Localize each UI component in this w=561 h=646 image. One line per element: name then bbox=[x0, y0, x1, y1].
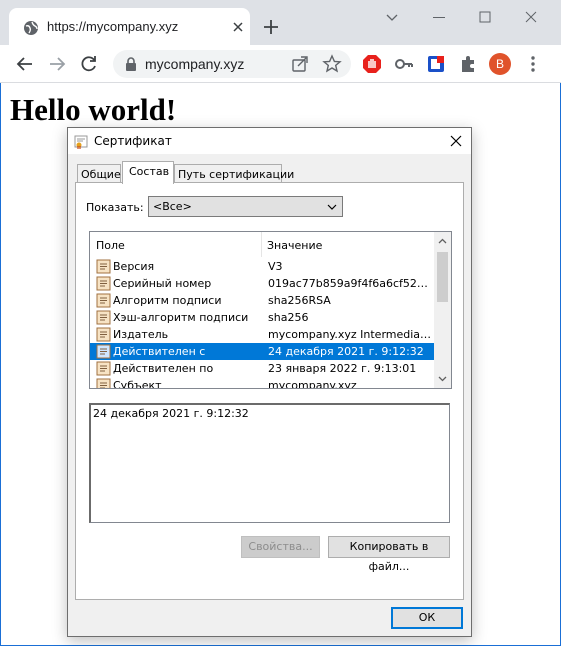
lock-icon[interactable] bbox=[125, 57, 137, 71]
tab-general[interactable]: Общие bbox=[77, 164, 121, 183]
dialog-title: Сертификат bbox=[94, 134, 172, 148]
list-header: Поле Значение bbox=[90, 232, 434, 257]
maximize-icon[interactable] bbox=[477, 9, 493, 25]
profile-initial: B bbox=[495, 57, 504, 71]
chevron-down-icon bbox=[327, 204, 337, 210]
tab-strip: https://mycompany.xyz bbox=[0, 0, 561, 45]
field-value: 24 декабря 2021 г. 9:12:32 bbox=[268, 345, 424, 358]
field-value: mycompany.xyz bbox=[268, 379, 357, 389]
field-name: Действителен по bbox=[113, 362, 214, 375]
profile-avatar[interactable]: B bbox=[489, 53, 511, 75]
field-icon bbox=[96, 344, 111, 359]
back-arrow-icon[interactable] bbox=[15, 54, 35, 74]
list-rows: Версия V3 Серийный номер 019ac77b859a9f4f6a… bbox=[90, 258, 434, 389]
copy-to-file-button[interactable]: Копировать в файл... bbox=[328, 536, 450, 573]
field-value: 019ac77b859a9f4f6a6cf5234... bbox=[268, 277, 432, 290]
fields-list[interactable]: Поле Значение Версия V3 Серийный номер 019a… bbox=[89, 231, 452, 389]
field-name: Субъект bbox=[113, 379, 162, 389]
field-name: Действителен с bbox=[113, 345, 206, 358]
address-bar[interactable]: mycompany.xyz bbox=[113, 50, 351, 78]
close-tab-icon[interactable] bbox=[231, 20, 245, 34]
ok-button-label: ОК bbox=[418, 611, 436, 624]
column-header-field[interactable]: Поле bbox=[96, 239, 125, 252]
reload-icon[interactable] bbox=[79, 54, 99, 74]
list-scrollbar[interactable] bbox=[434, 232, 451, 388]
page-heading: Hello world! bbox=[10, 92, 177, 127]
window-close-icon[interactable] bbox=[523, 9, 539, 25]
tab-details[interactable]: Состав bbox=[122, 161, 174, 184]
field-detail-text: 24 декабря 2021 г. 9:12:32 bbox=[93, 407, 249, 420]
field-icon bbox=[96, 327, 111, 342]
browser-toolbar: mycompany.xyz B bbox=[0, 45, 561, 83]
tab-search-icon[interactable] bbox=[384, 9, 400, 25]
list-item[interactable]: Серийный номер 019ac77b859a9f4f6a6cf5234.… bbox=[90, 275, 434, 292]
list-item[interactable]: Издатель mycompany.xyz Intermediate ... bbox=[90, 326, 434, 343]
list-item[interactable]: Действителен с 24 декабря 2021 г. 9:12:32 bbox=[90, 343, 434, 360]
properties-button-label: Свойства... bbox=[248, 540, 313, 553]
tab-certification-path-label: Путь сертификации bbox=[178, 168, 295, 181]
field-value: mycompany.xyz Intermediate ... bbox=[268, 328, 432, 341]
bookmark-star-icon[interactable] bbox=[322, 54, 342, 74]
share-icon[interactable] bbox=[290, 54, 310, 74]
properties-button: Свойства... bbox=[241, 536, 320, 558]
browser-tab[interactable]: https://mycompany.xyz bbox=[9, 8, 250, 45]
extension-badge-icon[interactable] bbox=[426, 54, 446, 74]
certificate-dialog: Сертификат Общие Состав Путь сертификаци… bbox=[67, 127, 472, 637]
field-detail-box[interactable]: 24 декабря 2021 г. 9:12:32 bbox=[89, 403, 450, 523]
list-item[interactable]: Субъект mycompany.xyz bbox=[90, 377, 434, 389]
field-value: sha256 bbox=[268, 311, 309, 324]
field-name: Алгоритм подписи bbox=[113, 294, 222, 307]
url-text: mycompany.xyz bbox=[145, 56, 245, 72]
field-icon bbox=[96, 378, 111, 388]
field-icon bbox=[96, 259, 111, 274]
field-value: 23 января 2022 г. 9:13:01 bbox=[268, 362, 417, 375]
show-label: Показать: bbox=[86, 201, 144, 214]
extensions-puzzle-icon[interactable] bbox=[458, 54, 478, 74]
field-icon bbox=[96, 293, 111, 308]
certificate-icon bbox=[74, 135, 88, 149]
scroll-down-icon[interactable] bbox=[438, 374, 447, 383]
scroll-up-icon[interactable] bbox=[438, 237, 447, 246]
dialog-titlebar[interactable]: Сертификат bbox=[68, 128, 471, 154]
tab-title: https://mycompany.xyz bbox=[47, 19, 179, 34]
show-dropdown-value: <Все> bbox=[153, 200, 192, 213]
tab-general-label: Общие bbox=[81, 168, 121, 181]
minimize-icon[interactable] bbox=[431, 9, 447, 25]
key-icon[interactable] bbox=[394, 54, 414, 74]
ok-button[interactable]: ОК bbox=[391, 607, 463, 629]
dialog-close-icon[interactable] bbox=[450, 135, 462, 147]
menu-kebab-icon[interactable] bbox=[523, 54, 543, 74]
tab-certification-path[interactable]: Путь сертификации bbox=[174, 164, 294, 183]
copy-to-file-button-label: Копировать в файл... bbox=[349, 540, 429, 573]
list-item[interactable]: Действителен по 23 января 2022 г. 9:13:01 bbox=[90, 360, 434, 377]
new-tab-icon[interactable] bbox=[263, 19, 279, 35]
list-item[interactable]: Версия V3 bbox=[90, 258, 434, 275]
details-panel: Показать: <Все> Поле Значение Версия V3 Се… bbox=[75, 182, 464, 600]
field-name: Серийный номер bbox=[113, 277, 212, 290]
globe-icon bbox=[24, 21, 38, 35]
adblock-icon[interactable] bbox=[362, 54, 382, 74]
scroll-thumb[interactable] bbox=[437, 252, 448, 302]
forward-arrow-icon[interactable] bbox=[47, 54, 67, 74]
field-icon bbox=[96, 361, 111, 376]
column-header-value[interactable]: Значение bbox=[267, 239, 322, 252]
field-value: sha256RSA bbox=[268, 294, 331, 307]
show-dropdown[interactable]: <Все> bbox=[148, 196, 343, 217]
field-name: Версия bbox=[113, 260, 155, 273]
field-icon bbox=[96, 310, 111, 325]
field-name: Хэш-алгоритм подписи bbox=[113, 311, 249, 324]
list-item[interactable]: Хэш-алгоритм подписи sha256 bbox=[90, 309, 434, 326]
field-value: V3 bbox=[268, 260, 283, 273]
list-item[interactable]: Алгоритм подписи sha256RSA bbox=[90, 292, 434, 309]
field-name: Издатель bbox=[113, 328, 169, 341]
column-separator[interactable] bbox=[261, 232, 262, 257]
field-icon bbox=[96, 276, 111, 291]
tab-details-label: Состав bbox=[129, 165, 170, 178]
